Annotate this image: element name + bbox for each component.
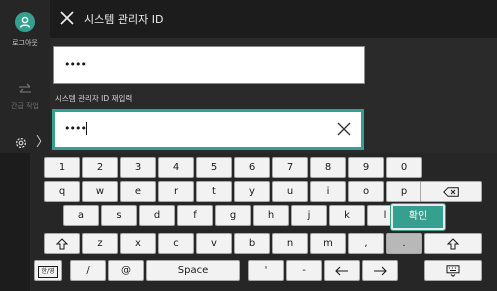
admin-id-field[interactable]: •••• — [53, 46, 365, 84]
language-key[interactable]: 한/영 — [34, 260, 62, 281]
shift-icon — [446, 238, 460, 250]
key-n[interactable]: n — [272, 233, 308, 254]
key-y[interactable]: y — [234, 181, 270, 202]
key-r[interactable]: r — [158, 181, 194, 202]
key-dash[interactable]: - — [286, 260, 322, 281]
key-b[interactable]: b — [234, 233, 270, 254]
key-at[interactable]: @ — [108, 260, 144, 281]
text-caret — [86, 122, 87, 135]
key-5[interactable]: 5 — [196, 157, 232, 178]
key-4[interactable]: 4 — [158, 157, 194, 178]
enter-key[interactable]: 확인 — [391, 204, 445, 230]
key-3[interactable]: 3 — [120, 157, 156, 178]
key-0[interactable]: 0 — [386, 157, 422, 178]
shift-right-key[interactable] — [424, 233, 482, 254]
key-x[interactable]: x — [120, 233, 156, 254]
space-key[interactable]: Space — [146, 260, 240, 281]
key-o[interactable]: o — [348, 181, 384, 202]
arrow-left-icon — [335, 266, 348, 276]
key-2[interactable]: 2 — [82, 157, 118, 178]
key-1[interactable]: 1 — [44, 157, 80, 178]
page-title: 시스템 관리자 ID — [84, 13, 164, 26]
close-icon[interactable] — [60, 11, 74, 25]
shift-icon — [55, 238, 69, 250]
job-interrupt-label: 간급 작업 — [11, 102, 39, 110]
key-e[interactable]: e — [120, 181, 156, 202]
key-f[interactable]: f — [177, 205, 213, 226]
left-rail: 로그아웃 간급 작업 〉 — [0, 0, 50, 153]
reenter-label: 시스템 관리자 ID 재입력 — [55, 94, 133, 103]
cursor-left-key[interactable] — [324, 260, 360, 281]
key-d[interactable]: d — [139, 205, 175, 226]
backspace-icon — [443, 187, 459, 197]
key-j[interactable]: j — [291, 205, 327, 226]
logout-button[interactable]: 로그아웃 — [0, 12, 50, 48]
admin-id-confirm-value: •••• — [64, 122, 87, 135]
gear-icon[interactable] — [14, 136, 28, 150]
arrow-right-icon — [374, 266, 387, 276]
admin-id-value: •••• — [64, 58, 87, 71]
interrupt-icon — [19, 83, 31, 93]
key-h[interactable]: h — [253, 205, 289, 226]
key-w[interactable]: w — [82, 181, 118, 202]
hide-keyboard-key[interactable] — [424, 260, 482, 281]
clear-icon[interactable] — [337, 122, 351, 136]
key-u[interactable]: u — [272, 181, 308, 202]
key-s[interactable]: s — [101, 205, 137, 226]
key-m[interactable]: m — [310, 233, 346, 254]
key-z[interactable]: z — [82, 233, 118, 254]
key-7[interactable]: 7 — [272, 157, 308, 178]
key-6[interactable]: 6 — [234, 157, 270, 178]
key-comma[interactable]: , — [348, 233, 384, 254]
key-a[interactable]: a — [63, 205, 99, 226]
person-icon — [15, 12, 35, 32]
key-slash[interactable]: / — [70, 260, 106, 281]
backspace-key[interactable] — [420, 181, 482, 202]
logout-label: 로그아웃 — [12, 39, 38, 47]
cursor-right-key[interactable] — [362, 260, 398, 281]
key-k[interactable]: k — [329, 205, 365, 226]
key-c[interactable]: c — [158, 233, 194, 254]
keyboard-icon — [446, 265, 460, 277]
key-g[interactable]: g — [215, 205, 251, 226]
admin-id-confirm-field[interactable]: •••• — [52, 109, 364, 150]
key-8[interactable]: 8 — [310, 157, 346, 178]
key-v[interactable]: v — [196, 233, 232, 254]
key-apostrophe[interactable]: ' — [248, 260, 284, 281]
key-t[interactable]: t — [196, 181, 232, 202]
on-screen-keyboard: 1 2 3 4 5 6 7 8 9 0 q w e r t y u i o p … — [30, 153, 497, 291]
key-p[interactable]: p — [386, 181, 422, 202]
key-9[interactable]: 9 — [348, 157, 384, 178]
key-period[interactable]: . — [386, 233, 422, 254]
key-i[interactable]: i — [310, 181, 346, 202]
language-key-label: 한/영 — [38, 266, 58, 278]
chevron-right-icon[interactable]: 〉 — [36, 136, 49, 150]
shift-left-key[interactable] — [44, 233, 80, 254]
header: 시스템 관리자 ID — [50, 0, 497, 38]
job-interrupt-button[interactable]: 간급 작업 — [0, 80, 50, 111]
key-q[interactable]: q — [44, 181, 80, 202]
screen: 로그아웃 간급 작업 〉 시스템 관리자 ID •••• 시스템 관리자 ID … — [0, 0, 497, 291]
